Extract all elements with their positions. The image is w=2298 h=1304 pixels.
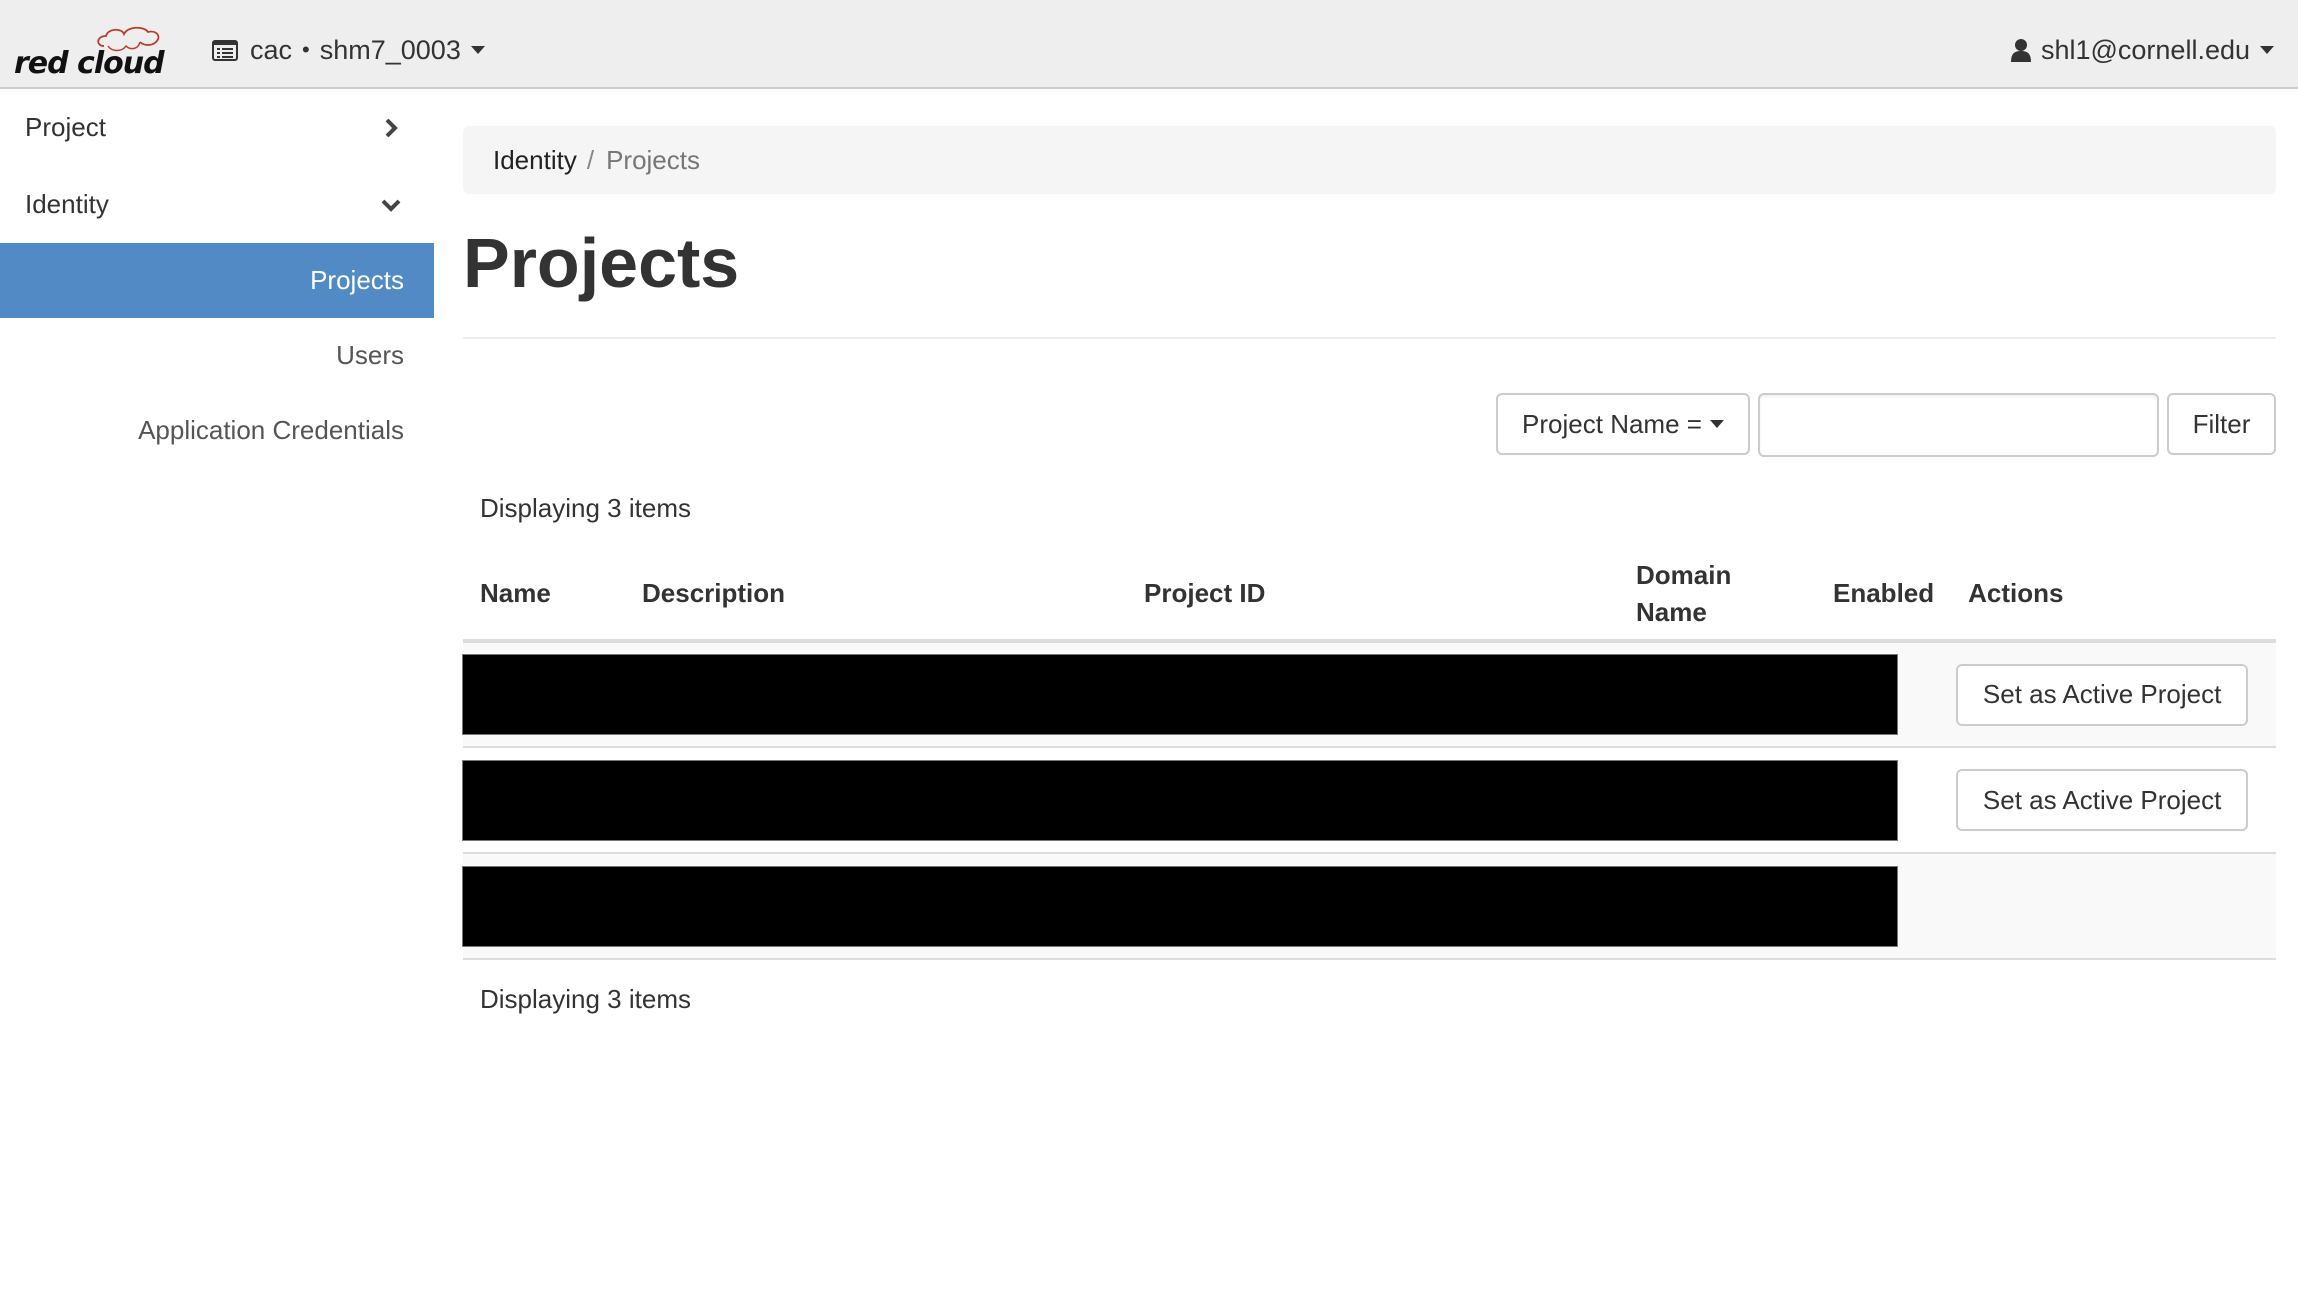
- table-row: [462, 853, 2276, 960]
- sidebar-item-application-credentials[interactable]: Application Credentials: [0, 393, 434, 468]
- top-navbar: red cloud cac • shm7_0003 shl1@cornell.e…: [0, 0, 2298, 89]
- filter-field-label: Project Name =: [1522, 408, 1702, 439]
- table-filter: Project Name = Filter: [463, 393, 2276, 457]
- breadcrumb-current: Projects: [606, 144, 700, 175]
- column-header-domain-name-text: Domain Name: [1636, 559, 1732, 627]
- item-count: Displaying 3 items: [480, 493, 691, 523]
- actions-cell: [1951, 853, 2276, 960]
- sidebar-group-identity[interactable]: Identity: [0, 166, 434, 243]
- list-icon: [212, 39, 238, 61]
- column-header-actions: Actions: [1951, 548, 2276, 643]
- column-header-domain-name[interactable]: Domain Name: [1619, 548, 1816, 643]
- redacted-cells: [462, 747, 1952, 854]
- redaction-bar: [462, 654, 1899, 735]
- title-divider: [463, 337, 2276, 339]
- redacted-cells: [462, 641, 1952, 748]
- selected-project: shm7_0003: [319, 34, 461, 65]
- sidebar-group-label: Identity: [25, 189, 109, 219]
- column-header-description[interactable]: Description: [625, 548, 1127, 643]
- logo-text: red cloud: [14, 46, 165, 81]
- chevron-right-icon: [385, 118, 398, 137]
- filter-input[interactable]: [1758, 393, 2159, 457]
- breadcrumb: Identity / Projects: [463, 126, 2276, 194]
- table-row: Set as Active Project: [462, 747, 2276, 854]
- chevron-down-icon: [381, 199, 401, 212]
- sidebar-item-label: Users: [336, 340, 404, 370]
- set-active-project-button[interactable]: Set as Active Project: [1956, 663, 2249, 726]
- sidebar-group-project[interactable]: Project: [0, 89, 434, 166]
- column-header-enabled[interactable]: Enabled: [1816, 548, 1952, 643]
- caret-down-icon: [470, 46, 485, 54]
- sidebar-group-label: Project: [25, 112, 106, 142]
- user-icon: [2010, 39, 2031, 62]
- breadcrumb-separator: /: [586, 144, 595, 175]
- red-cloud-logo[interactable]: red cloud: [12, 22, 172, 84]
- column-header-project-id[interactable]: Project ID: [1127, 548, 1619, 643]
- selected-domain: cac: [250, 34, 293, 65]
- page-title: Projects: [463, 224, 740, 302]
- selector-separator: •: [302, 37, 310, 62]
- redaction-bar: [462, 759, 1899, 841]
- sidebar-item-projects[interactable]: Projects: [0, 243, 434, 318]
- set-active-project-button[interactable]: Set as Active Project: [1956, 769, 2249, 831]
- sidebar: Project Identity Projects Users Applicat…: [0, 89, 434, 468]
- redacted-cells: [462, 853, 1952, 960]
- user-menu-dropdown[interactable]: shl1@cornell.edu: [2010, 30, 2274, 70]
- item-count-footer: Displaying 3 items: [480, 984, 691, 1014]
- caret-down-icon: [2260, 46, 2274, 54]
- user-email: shl1@cornell.edu: [2040, 34, 2250, 65]
- project-selector-dropdown[interactable]: cac • shm7_0003: [212, 30, 485, 70]
- redaction-bar: [462, 865, 1899, 947]
- caret-down-icon: [1709, 420, 1724, 428]
- filter-button[interactable]: Filter: [2167, 393, 2276, 455]
- column-header-name[interactable]: Name: [463, 548, 625, 643]
- sidebar-item-label: Application Credentials: [138, 415, 404, 445]
- filter-field-dropdown[interactable]: Project Name =: [1496, 393, 1750, 455]
- table-header-row: Name Description Project ID Domain Name …: [463, 548, 2276, 643]
- sidebar-item-users[interactable]: Users: [0, 318, 434, 393]
- table-row: Set as Active Project: [462, 641, 2276, 748]
- main-content: Identity / Projects Projects Project Nam…: [462, 89, 2276, 1015]
- breadcrumb-identity: Identity: [493, 144, 577, 175]
- projects-table: Name Description Project ID Domain Name …: [462, 548, 2276, 960]
- actions-cell: Set as Active Project: [1951, 747, 2276, 854]
- sidebar-item-label: Projects: [310, 265, 404, 295]
- actions-cell: Set as Active Project: [1951, 641, 2276, 748]
